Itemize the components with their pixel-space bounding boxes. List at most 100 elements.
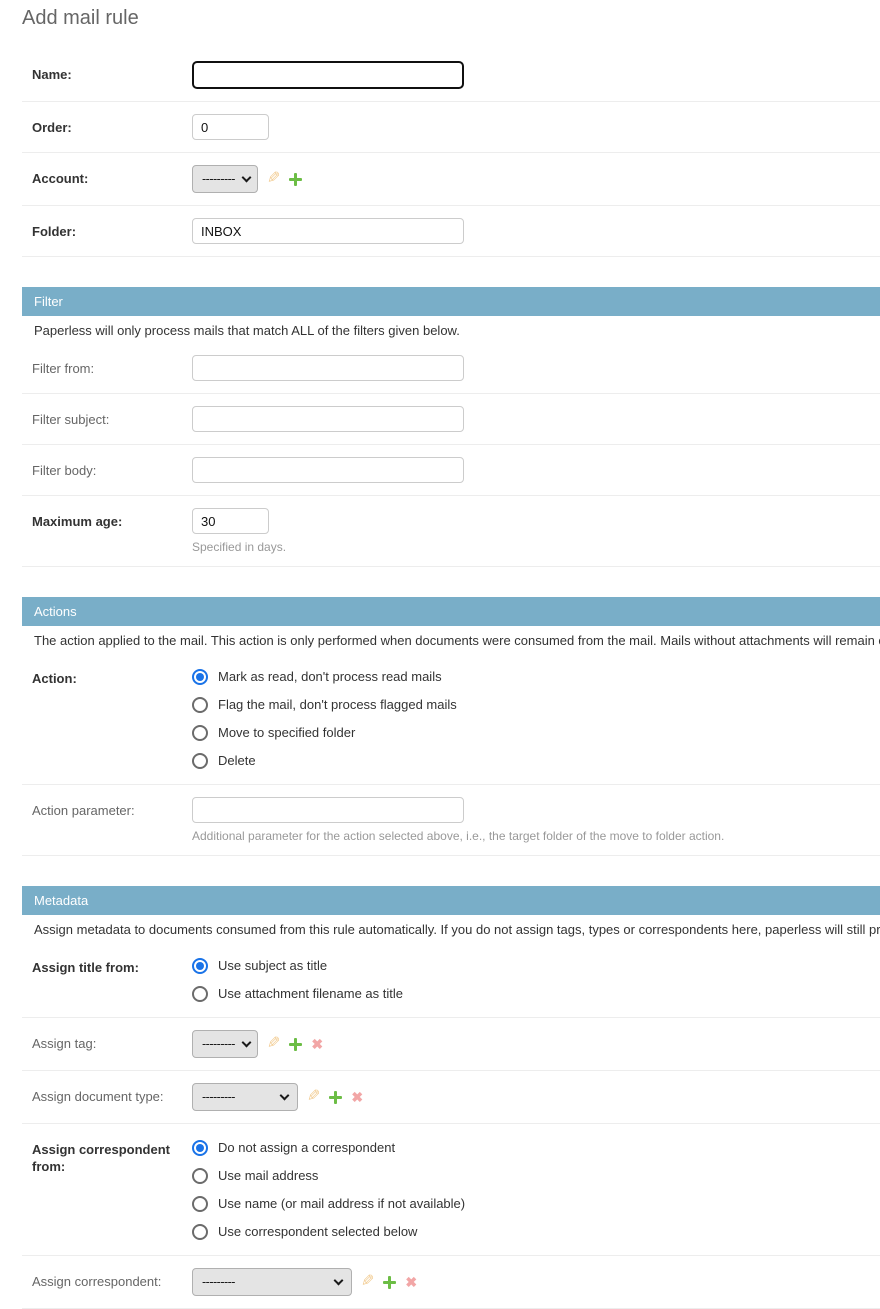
correspondent-option-none[interactable]: Do not assign a correspondent bbox=[192, 1139, 880, 1157]
action-label: Action: bbox=[32, 665, 192, 687]
add-icon[interactable] bbox=[289, 1038, 302, 1051]
action-parameter-help: Additional parameter for the action sele… bbox=[192, 829, 880, 843]
filter-body-control bbox=[192, 457, 870, 483]
actions-section-header: Actions bbox=[22, 597, 880, 626]
name-label: Name: bbox=[32, 61, 192, 83]
assign-correspondent-from-control: Do not assign a correspondent Use mail a… bbox=[192, 1136, 880, 1243]
folder-input[interactable] bbox=[192, 218, 464, 244]
assign-tag-row: Assign tag: --------- ✎ ✖ bbox=[22, 1018, 880, 1071]
correspondent-option-mail-address[interactable]: Use mail address bbox=[192, 1167, 880, 1185]
metadata-fieldset: Metadata Assign metadata to documents co… bbox=[22, 886, 880, 1309]
radio-icon bbox=[192, 669, 208, 685]
assign-correspondent-label: Assign correspondent: bbox=[32, 1268, 192, 1290]
order-label: Order: bbox=[32, 114, 192, 136]
assign-document-type-select[interactable]: --------- bbox=[192, 1083, 298, 1111]
assign-correspondent-select-value: --------- bbox=[202, 1275, 235, 1289]
assign-tag-label: Assign tag: bbox=[32, 1030, 192, 1052]
actions-description: The action applied to the mail. This act… bbox=[22, 626, 880, 653]
page-title: Add mail rule bbox=[22, 7, 880, 29]
name-input[interactable] bbox=[192, 61, 464, 89]
title-option-attachment-filename[interactable]: Use attachment filename as title bbox=[192, 985, 880, 1003]
assign-correspondent-select[interactable]: --------- bbox=[192, 1268, 352, 1296]
metadata-section-header: Metadata bbox=[22, 886, 880, 915]
filter-body-row: Filter body: bbox=[22, 445, 880, 496]
edit-icon[interactable]: ✎ bbox=[361, 1275, 374, 1289]
filter-from-label: Filter from: bbox=[32, 355, 192, 377]
filter-body-input[interactable] bbox=[192, 457, 464, 483]
radio-icon bbox=[192, 958, 208, 974]
delete-icon[interactable]: ✖ bbox=[351, 1090, 363, 1104]
maximum-age-label: Maximum age: bbox=[32, 508, 192, 530]
assign-document-type-label: Assign document type: bbox=[32, 1083, 192, 1105]
action-parameter-label: Action parameter: bbox=[32, 797, 192, 819]
action-option-mark-read[interactable]: Mark as read, don't process read mails bbox=[192, 668, 880, 686]
radio-icon bbox=[192, 697, 208, 713]
assign-document-type-control: --------- ✎ ✖ bbox=[192, 1083, 880, 1111]
radio-icon bbox=[192, 753, 208, 769]
filter-from-input[interactable] bbox=[192, 355, 464, 381]
chevron-down-icon bbox=[242, 1037, 252, 1047]
filter-subject-input[interactable] bbox=[192, 406, 464, 432]
radio-icon bbox=[192, 725, 208, 741]
maximum-age-help: Specified in days. bbox=[192, 540, 870, 554]
actions-fieldset: Actions The action applied to the mail. … bbox=[22, 597, 880, 856]
assign-tag-select-value: --------- bbox=[202, 1037, 235, 1051]
maximum-age-input[interactable] bbox=[192, 508, 269, 534]
edit-icon[interactable]: ✎ bbox=[267, 172, 280, 186]
action-option-move[interactable]: Move to specified folder bbox=[192, 724, 880, 742]
account-row: Account: --------- ✎ bbox=[22, 153, 880, 206]
action-control: Mark as read, don't process read mails F… bbox=[192, 665, 880, 772]
chevron-down-icon bbox=[280, 1090, 290, 1100]
filter-from-row: Filter from: bbox=[22, 343, 880, 394]
chevron-down-icon bbox=[242, 172, 252, 182]
assign-title-from-control: Use subject as title Use attachment file… bbox=[192, 954, 880, 1005]
filter-subject-row: Filter subject: bbox=[22, 394, 880, 445]
action-parameter-row: Action parameter: Additional parameter f… bbox=[22, 785, 880, 856]
assign-tag-select[interactable]: --------- bbox=[192, 1030, 258, 1058]
correspondent-option-name[interactable]: Use name (or mail address if not availab… bbox=[192, 1195, 880, 1213]
action-parameter-input[interactable] bbox=[192, 797, 464, 823]
assign-correspondent-from-label: Assign correspondent from: bbox=[32, 1136, 192, 1175]
action-parameter-control: Additional parameter for the action sele… bbox=[192, 797, 880, 843]
filter-description: Paperless will only process mails that m… bbox=[22, 316, 880, 343]
delete-icon[interactable]: ✖ bbox=[405, 1275, 417, 1289]
maximum-age-control: Specified in days. bbox=[192, 508, 870, 554]
filter-from-control bbox=[192, 355, 870, 381]
assign-correspondent-radio-list: Do not assign a correspondent Use mail a… bbox=[192, 1136, 880, 1241]
action-row: Action: Mark as read, don't process read… bbox=[22, 653, 880, 785]
name-row: Name: bbox=[22, 49, 880, 102]
assign-document-type-select-value: --------- bbox=[202, 1090, 235, 1104]
assign-correspondent-row: Assign correspondent: --------- ✎ ✖ bbox=[22, 1256, 880, 1309]
action-option-flag[interactable]: Flag the mail, don't process flagged mai… bbox=[192, 696, 880, 714]
general-fieldset: Name: Order: Account: --------- ✎ bbox=[22, 49, 880, 257]
name-control bbox=[192, 61, 870, 89]
correspondent-option-selected-below[interactable]: Use correspondent selected below bbox=[192, 1223, 880, 1241]
add-icon[interactable] bbox=[329, 1091, 342, 1104]
assign-title-radio-list: Use subject as title Use attachment file… bbox=[192, 954, 880, 1003]
radio-icon bbox=[192, 986, 208, 1002]
edit-icon[interactable]: ✎ bbox=[307, 1090, 320, 1104]
radio-icon bbox=[192, 1168, 208, 1184]
delete-icon[interactable]: ✖ bbox=[311, 1037, 323, 1051]
filter-body-label: Filter body: bbox=[32, 457, 192, 479]
account-select[interactable]: --------- bbox=[192, 165, 258, 193]
folder-control bbox=[192, 218, 870, 244]
title-option-subject[interactable]: Use subject as title bbox=[192, 957, 880, 975]
assign-correspondent-from-row: Assign correspondent from: Do not assign… bbox=[22, 1124, 880, 1256]
edit-icon[interactable]: ✎ bbox=[267, 1037, 280, 1051]
assign-correspondent-control: --------- ✎ ✖ bbox=[192, 1268, 880, 1296]
add-icon[interactable] bbox=[289, 173, 302, 186]
account-control: --------- ✎ bbox=[192, 165, 870, 193]
filter-fieldset: Filter Paperless will only process mails… bbox=[22, 287, 880, 567]
order-input[interactable] bbox=[192, 114, 269, 140]
add-mail-rule-page: Add mail rule Name: Order: Account: ----… bbox=[22, 0, 880, 1309]
radio-icon bbox=[192, 1196, 208, 1212]
filter-subject-label: Filter subject: bbox=[32, 406, 192, 428]
action-option-delete[interactable]: Delete bbox=[192, 752, 880, 770]
radio-icon bbox=[192, 1140, 208, 1156]
chevron-down-icon bbox=[334, 1275, 344, 1285]
order-row: Order: bbox=[22, 102, 880, 153]
assign-tag-control: --------- ✎ ✖ bbox=[192, 1030, 880, 1058]
account-label: Account: bbox=[32, 165, 192, 187]
add-icon[interactable] bbox=[383, 1276, 396, 1289]
